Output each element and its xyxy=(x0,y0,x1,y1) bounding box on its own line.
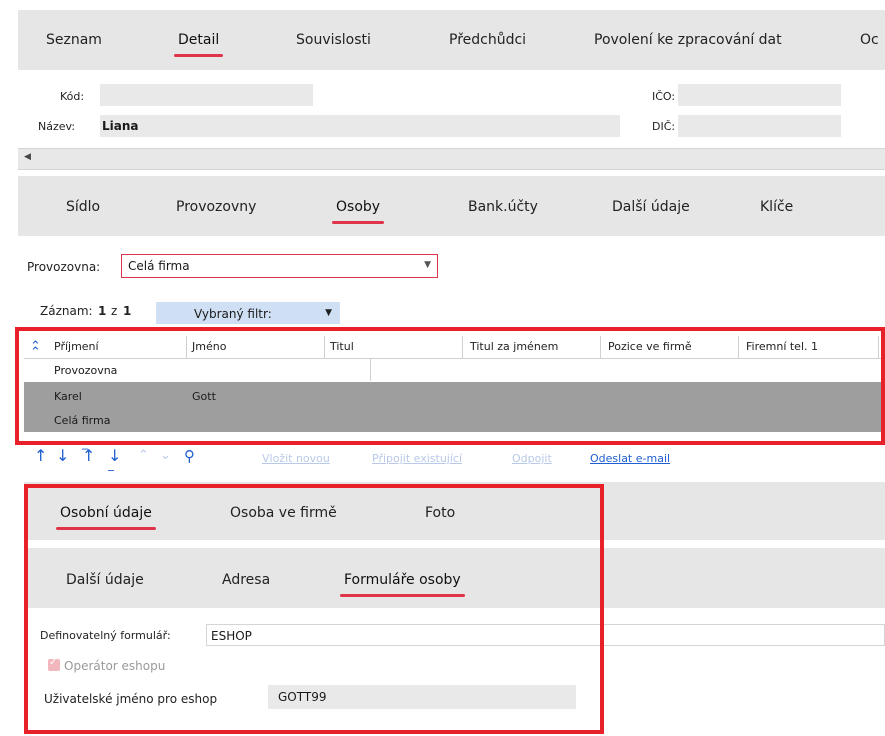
first-record-icon[interactable]: ↑ xyxy=(34,448,47,464)
move-bottom-icon[interactable]: ↓ _ xyxy=(108,448,121,472)
tab-souvislosti[interactable]: Souvislosti xyxy=(296,32,371,48)
ico-label: IČO: xyxy=(652,90,676,103)
scroll-left-icon[interactable]: ◀ xyxy=(24,152,31,162)
nazev-label: Název: xyxy=(38,120,76,133)
ico-field[interactable] xyxy=(678,84,841,106)
tab-seznam[interactable]: Seznam xyxy=(46,32,102,48)
odeslat-email-link[interactable]: Odeslat e-mail xyxy=(590,452,670,465)
sub-tab-bar xyxy=(18,176,885,236)
highlight-box-person xyxy=(24,484,604,734)
kod-label: Kód: xyxy=(60,90,85,103)
tab-predchudci[interactable]: Předchůdci xyxy=(449,32,526,48)
zaznam-total: 1 xyxy=(123,304,132,318)
nazev-value: Liana xyxy=(102,119,139,133)
tab-bank-ucty[interactable]: Bank.účty xyxy=(468,199,538,215)
provozovna-label: Provozovna: xyxy=(27,260,101,274)
chevron-down-icon: ▼ xyxy=(424,260,431,270)
chevron-up-icon[interactable]: ⌃ xyxy=(138,448,149,464)
tab-detail[interactable]: Detail xyxy=(173,32,224,57)
vlozit-novou-link[interactable]: Vložit novou xyxy=(262,452,330,465)
tab-provozovny[interactable]: Provozovny xyxy=(176,199,256,215)
zaznam-sep: z xyxy=(111,304,118,318)
kod-field[interactable] xyxy=(100,84,313,106)
tab-povoleni[interactable]: Povolení ke zpracování dat xyxy=(594,32,782,48)
tab-sidlo[interactable]: Sídlo xyxy=(66,199,100,215)
provozovna-value: Celá firma xyxy=(128,259,190,273)
filter-label: Vybraný filtr: xyxy=(194,307,272,321)
tab-dalsi-udaje[interactable]: Další údaje xyxy=(612,199,690,215)
tab-osoby[interactable]: Osoby xyxy=(331,199,385,224)
filter-chevron-down-icon: ▼ xyxy=(325,308,332,318)
zaznam-current: 1 xyxy=(98,304,107,318)
provozovna-select[interactable]: Celá firma ▼ xyxy=(121,254,438,278)
tab-oc[interactable]: Oc xyxy=(860,32,879,48)
nazev-field[interactable]: Liana xyxy=(100,115,620,137)
dic-field[interactable] xyxy=(678,115,841,137)
move-top-icon[interactable]: ↑ ‾ xyxy=(82,447,95,464)
horizontal-scrollbar[interactable] xyxy=(18,148,885,170)
highlight-box-grid xyxy=(15,327,885,445)
tab-klice[interactable]: Klíče xyxy=(760,199,793,215)
filter-select[interactable]: Vybraný filtr: ▼ xyxy=(156,302,340,324)
dic-label: DIČ: xyxy=(652,120,676,133)
next-down-icon[interactable]: ↓ xyxy=(56,448,69,464)
chevron-down-small-icon[interactable]: ⌄ xyxy=(160,448,171,464)
search-icon[interactable]: ⚲ xyxy=(184,448,195,464)
zaznam-label: Záznam: xyxy=(40,304,93,318)
pripojit-existujici-link[interactable]: Připojit existující xyxy=(372,452,462,465)
odpojit-link[interactable]: Odpojit xyxy=(512,452,552,465)
